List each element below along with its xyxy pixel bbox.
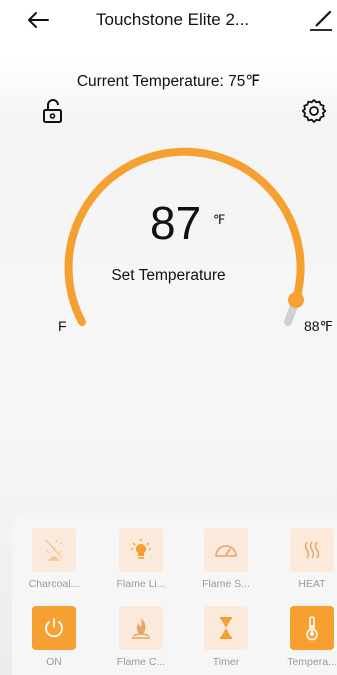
power-on-button[interactable]: ON [22,606,86,668]
heat-label: HEAT [298,578,326,590]
flame-color-label: Flame C... [116,656,166,668]
current-temperature: Current Temperature: 75℉ [76,73,261,90]
edit-pencil-icon[interactable] [308,6,334,34]
flame-color-icon [119,606,163,650]
flame-color-button[interactable]: Flame C... [109,606,173,668]
app-header: Touchstone Elite 2... [0,0,337,44]
timer-label: Timer [212,656,240,668]
power-on-label: ON [46,656,62,668]
heat-button[interactable]: HEAT [280,528,337,590]
charcoal-icon [32,528,76,572]
settings-gear-icon[interactable] [300,97,328,125]
device-title: Touchstone Elite 2... [96,10,250,29]
dial-handle [288,292,304,308]
set-temperature-label: Set Temperature [111,267,226,284]
controls-panel: Charcoal... Flame Li... Flame S... HEAT [12,513,337,675]
dial-min-label: F [58,318,67,334]
dial-max-label: 88℉ [304,318,333,334]
flame-speed-button[interactable]: Flame S... [194,528,258,590]
unlock-icon[interactable] [40,97,66,125]
lightbulb-icon [119,528,163,572]
hourglass-icon [204,606,248,650]
set-temperature-value: 87 [150,197,202,249]
charcoal-label: Charcoal... [28,578,80,590]
back-arrow-icon[interactable] [22,6,54,34]
heat-waves-icon [290,528,334,572]
charcoal-button[interactable]: Charcoal... [22,528,86,590]
set-temperature-unit: ℉ [213,212,226,227]
temperature-label: Tempera... [287,656,337,668]
flame-light-button[interactable]: Flame Li... [109,528,173,590]
thermometer-icon [290,606,334,650]
speedometer-icon [204,528,248,572]
temperature-button[interactable]: Tempera... [280,606,337,668]
flame-speed-label: Flame S... [202,578,250,590]
timer-button[interactable]: Timer [194,606,258,668]
power-icon [32,606,76,650]
flame-light-label: Flame Li... [116,578,166,590]
